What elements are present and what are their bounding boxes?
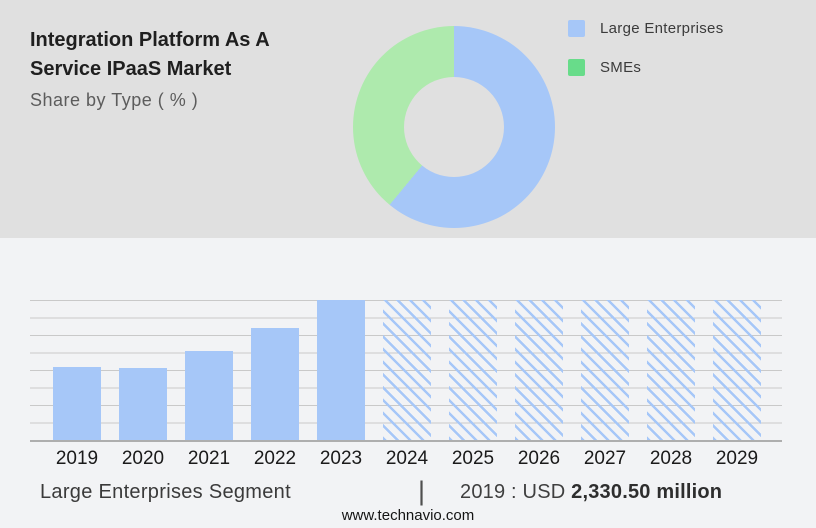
- website-url: www.technavio.com: [341, 507, 475, 524]
- donut-chart: [353, 26, 555, 228]
- market-value-prefix: 2019 : USD: [460, 481, 572, 503]
- bar: [53, 366, 101, 440]
- market-value-caption: 2019 : USD 2,330.50 million: [460, 481, 722, 504]
- x-axis-label: 2025: [451, 448, 495, 469]
- bar-forecast: [515, 300, 563, 440]
- legend: Large Enterprises SMEs: [568, 20, 724, 76]
- bar-chart-section: 2019 2020 2021 2022 2023 2024 2025 2026 …: [0, 238, 816, 528]
- legend-item-large-enterprises: Large Enterprises: [568, 20, 724, 37]
- bar-forecast: [383, 300, 431, 440]
- bar: [119, 368, 167, 440]
- x-axis-label: 2019: [55, 448, 99, 469]
- bar: [251, 328, 299, 440]
- bar-forecast: [713, 300, 761, 440]
- bar: [317, 300, 365, 440]
- x-axis-label: 2020: [121, 448, 165, 469]
- legend-label: Large Enterprises: [600, 20, 724, 37]
- market-value-bold: 2,330.50 million: [571, 481, 723, 503]
- legend-swatch-green: [568, 59, 585, 76]
- page-subtitle: Share by Type ( % ): [30, 90, 199, 110]
- bar: [185, 350, 233, 440]
- x-axis-label: 2026: [517, 448, 561, 469]
- x-axis-label: 2021: [187, 448, 231, 469]
- x-axis-label: 2027: [583, 448, 627, 469]
- legend-item-smes: SMEs: [568, 59, 724, 76]
- bars-container: [30, 300, 782, 440]
- x-axis-label: 2022: [253, 448, 297, 469]
- page-title: Integration Platform As A Service IPaaS …: [30, 29, 269, 80]
- caption-divider: |: [418, 476, 426, 506]
- bar-forecast: [449, 300, 497, 440]
- legend-swatch-blue: [568, 20, 585, 37]
- header-section: Integration Platform As A Service IPaaS …: [0, 0, 816, 238]
- x-axis-label: 2028: [649, 448, 693, 469]
- bar-chart-plot-area: [30, 300, 782, 442]
- x-axis-label: 2023: [319, 448, 363, 469]
- legend-label: SMEs: [600, 59, 642, 76]
- x-axis-label: 2024: [385, 448, 429, 469]
- x-axis-label: 2029: [715, 448, 759, 469]
- bar-forecast: [581, 300, 629, 440]
- segment-caption: Large Enterprises Segment: [40, 481, 291, 503]
- bar-forecast: [647, 300, 695, 440]
- x-axis-labels: 2019 2020 2021 2022 2023 2024 2025 2026 …: [30, 448, 796, 470]
